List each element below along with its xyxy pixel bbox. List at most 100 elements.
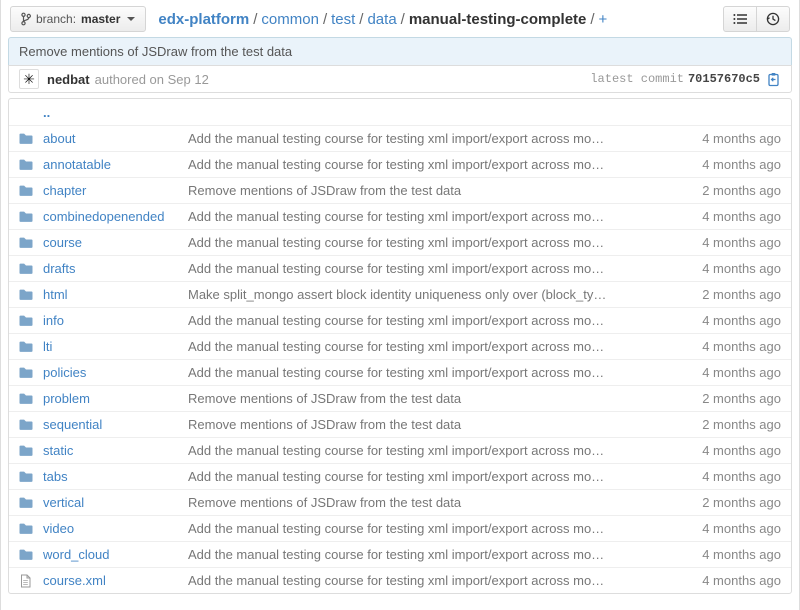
commit-message-link[interactable]: Add the manual testing course for testin…	[188, 209, 646, 224]
commit-message-link[interactable]: Add the manual testing course for testin…	[188, 365, 646, 380]
breadcrumb-separator: /	[253, 11, 257, 28]
latest-commit-meta: ✳ nedbat authored on Sep 12 latest commi…	[8, 65, 792, 93]
file-list-button[interactable]	[723, 6, 757, 32]
branch-name: master	[81, 12, 120, 26]
table-row: problem Remove mentions of JSDraw from t…	[9, 385, 791, 411]
breadcrumb-separator: /	[401, 11, 405, 28]
folder-icon	[19, 548, 33, 561]
commit-message-text[interactable]: Remove mentions of JSDraw from the test …	[19, 44, 292, 59]
file-name-link[interactable]: static	[43, 443, 188, 458]
authored-date: authored on Sep 12	[95, 72, 209, 87]
folder-icon	[19, 340, 33, 353]
up-directory-link[interactable]: ..	[43, 105, 188, 120]
commit-message-link[interactable]: Add the manual testing course for testin…	[188, 443, 646, 458]
history-button[interactable]	[756, 6, 790, 32]
folder-icon	[19, 184, 33, 197]
commit-message-link[interactable]: Add the manual testing course for testin…	[188, 131, 646, 146]
table-row: lti Add the manual testing course for te…	[9, 333, 791, 359]
latest-commit-label: latest commit	[590, 72, 684, 86]
commit-message-link[interactable]: Remove mentions of JSDraw from the test …	[188, 417, 646, 432]
latest-commit-message: Remove mentions of JSDraw from the test …	[8, 37, 792, 65]
breadcrumb-link[interactable]: test	[331, 11, 355, 28]
table-row: sequential Remove mentions of JSDraw fro…	[9, 411, 791, 437]
avatar[interactable]: ✳	[19, 69, 39, 89]
folder-icon	[19, 262, 33, 275]
folder-icon	[19, 496, 33, 509]
commit-message-link[interactable]: Remove mentions of JSDraw from the test …	[188, 183, 646, 198]
folder-icon	[19, 444, 33, 457]
file-name-link[interactable]: info	[43, 313, 188, 328]
breadcrumb-link[interactable]: edx-platform	[158, 11, 249, 28]
commit-message-link[interactable]: Make split_mongo assert block identity u…	[188, 287, 646, 302]
file-icon	[19, 574, 32, 588]
file-name-link[interactable]: problem	[43, 391, 188, 406]
list-icon	[733, 13, 747, 25]
chevron-down-icon	[127, 17, 135, 21]
table-row-up: ..	[9, 99, 791, 125]
table-row: html Make split_mongo assert block ident…	[9, 281, 791, 307]
file-age: 4 months ago	[646, 261, 781, 276]
file-table: .. about Add the manual testing course f…	[8, 98, 792, 594]
table-row: vertical Remove mentions of JSDraw from …	[9, 489, 791, 515]
file-name-link[interactable]: drafts	[43, 261, 188, 276]
file-age: 2 months ago	[646, 183, 781, 198]
file-name-link[interactable]: combinedopenended	[43, 209, 188, 224]
file-name-link[interactable]: video	[43, 521, 188, 536]
file-name-link[interactable]: annotatable	[43, 157, 188, 172]
commit-message-link[interactable]: Add the manual testing course for testin…	[188, 573, 646, 588]
new-file-link[interactable]: +	[599, 11, 608, 28]
branch-selector-button[interactable]: branch: master	[10, 6, 146, 32]
file-name-link[interactable]: html	[43, 287, 188, 302]
file-name-link[interactable]: sequential	[43, 417, 188, 432]
file-name-link[interactable]: vertical	[43, 495, 188, 510]
file-name-link[interactable]: about	[43, 131, 188, 146]
commit-message-link[interactable]: Add the manual testing course for testin…	[188, 547, 646, 562]
file-age: 4 months ago	[646, 339, 781, 354]
file-age: 4 months ago	[646, 521, 781, 536]
table-row: course.xml Add the manual testing course…	[9, 567, 791, 593]
commit-message-link[interactable]: Add the manual testing course for testin…	[188, 521, 646, 536]
file-name-link[interactable]: lti	[43, 339, 188, 354]
commit-message-link[interactable]: Add the manual testing course for testin…	[188, 157, 646, 172]
file-name-link[interactable]: word_cloud	[43, 547, 188, 562]
table-row: drafts Add the manual testing course for…	[9, 255, 791, 281]
breadcrumb-separator: /	[323, 11, 327, 28]
branch-label: branch:	[36, 12, 76, 26]
file-age: 4 months ago	[646, 235, 781, 250]
table-row: static Add the manual testing course for…	[9, 437, 791, 463]
file-age: 2 months ago	[646, 495, 781, 510]
file-name-link[interactable]: tabs	[43, 469, 188, 484]
table-row: course Add the manual testing course for…	[9, 229, 791, 255]
commit-message-link[interactable]: Add the manual testing course for testin…	[188, 339, 646, 354]
table-row: word_cloud Add the manual testing course…	[9, 541, 791, 567]
commit-message-link[interactable]: Remove mentions of JSDraw from the test …	[188, 495, 646, 510]
commit-message-link[interactable]: Add the manual testing course for testin…	[188, 313, 646, 328]
folder-icon	[19, 132, 33, 145]
folder-icon	[19, 158, 33, 171]
file-name-link[interactable]: course	[43, 235, 188, 250]
file-age: 4 months ago	[646, 547, 781, 562]
folder-icon	[19, 288, 33, 301]
author-link[interactable]: nedbat	[47, 72, 90, 87]
commit-message-link[interactable]: Add the manual testing course for testin…	[188, 235, 646, 250]
breadcrumb-link[interactable]: data	[367, 11, 396, 28]
file-name-link[interactable]: policies	[43, 365, 188, 380]
file-age: 2 months ago	[646, 391, 781, 406]
folder-icon	[19, 418, 33, 431]
file-name-link[interactable]: chapter	[43, 183, 188, 198]
table-row: chapter Remove mentions of JSDraw from t…	[9, 177, 791, 203]
table-row: annotatable Add the manual testing cours…	[9, 151, 791, 177]
commit-hash[interactable]: 70157670c5	[688, 72, 760, 86]
file-name-link[interactable]: course.xml	[43, 573, 188, 588]
folder-icon	[19, 210, 33, 223]
folder-icon	[19, 236, 33, 249]
commit-message-link[interactable]: Add the manual testing course for testin…	[188, 261, 646, 276]
folder-icon	[19, 366, 33, 379]
folder-icon	[19, 470, 33, 483]
commit-message-link[interactable]: Remove mentions of JSDraw from the test …	[188, 391, 646, 406]
breadcrumb-link[interactable]: common	[261, 11, 319, 28]
breadcrumb-separator: /	[359, 11, 363, 28]
copy-commit-button[interactable]	[764, 72, 781, 87]
folder-icon	[19, 522, 33, 535]
commit-message-link[interactable]: Add the manual testing course for testin…	[188, 469, 646, 484]
